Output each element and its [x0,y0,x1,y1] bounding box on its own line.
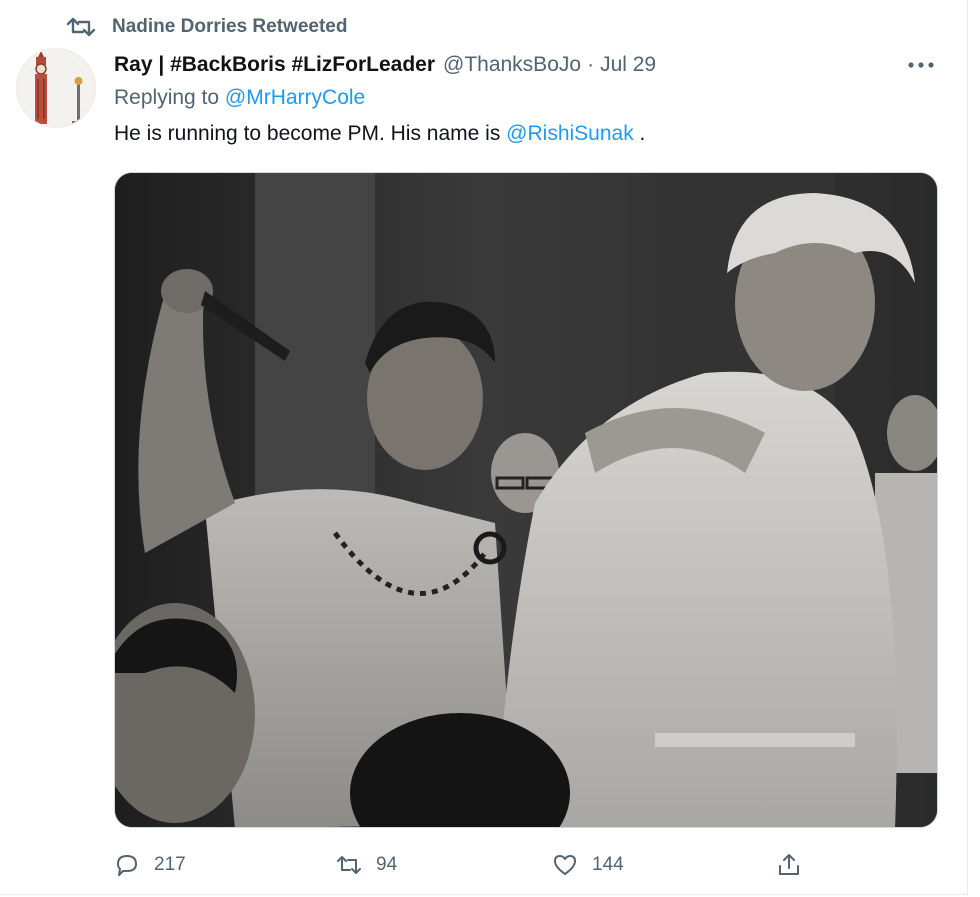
big-ben-avatar-icon [17,49,95,127]
retweet-button[interactable]: 94 [336,848,397,882]
replying-prefix: Replying to [114,86,220,109]
tweet-text-body: He is running to become PM. His name is [114,122,501,145]
separator-dot: · [587,53,595,76]
retweet-context[interactable]: Nadine Dorries Retweeted [66,14,347,40]
reply-icon [117,855,137,876]
retweet-icon [66,17,96,37]
avatar[interactable] [16,48,96,128]
more-options-button[interactable] [906,55,936,75]
replying-to: Replying to @MrHarryCole [114,86,365,110]
retweet-count: 94 [376,854,398,875]
photo-image [115,173,937,827]
heart-icon [554,855,576,875]
tweet-actions: 217 94 144 [114,848,944,882]
tweet-media-photo[interactable] [114,172,938,828]
tweet-text-mention[interactable]: @RishiSunak [506,122,634,145]
tweet-header: Ray | #BackBoris #LizForLeader @ThanksBo… [114,50,944,80]
retweet-label: Nadine Dorries Retweeted [112,16,348,37]
replying-to-mention[interactable]: @MrHarryCole [225,86,365,109]
tweet-text: He is running to become PM. His name is … [114,122,645,146]
like-button[interactable]: 144 [552,848,624,882]
tweet-text-end: . [633,122,646,145]
more-icon [908,62,934,68]
display-name[interactable]: Ray | #BackBoris #LizForLeader [114,53,435,77]
share-icon [779,854,799,875]
share-button[interactable] [776,848,802,882]
user-handle[interactable]: @ThanksBoJo [443,53,581,77]
tweet-date[interactable]: Jul 29 [600,53,656,77]
reply-count: 217 [154,854,186,875]
reply-button[interactable]: 217 [114,848,186,882]
like-count: 144 [592,854,624,875]
retweet-action-icon [337,856,361,874]
